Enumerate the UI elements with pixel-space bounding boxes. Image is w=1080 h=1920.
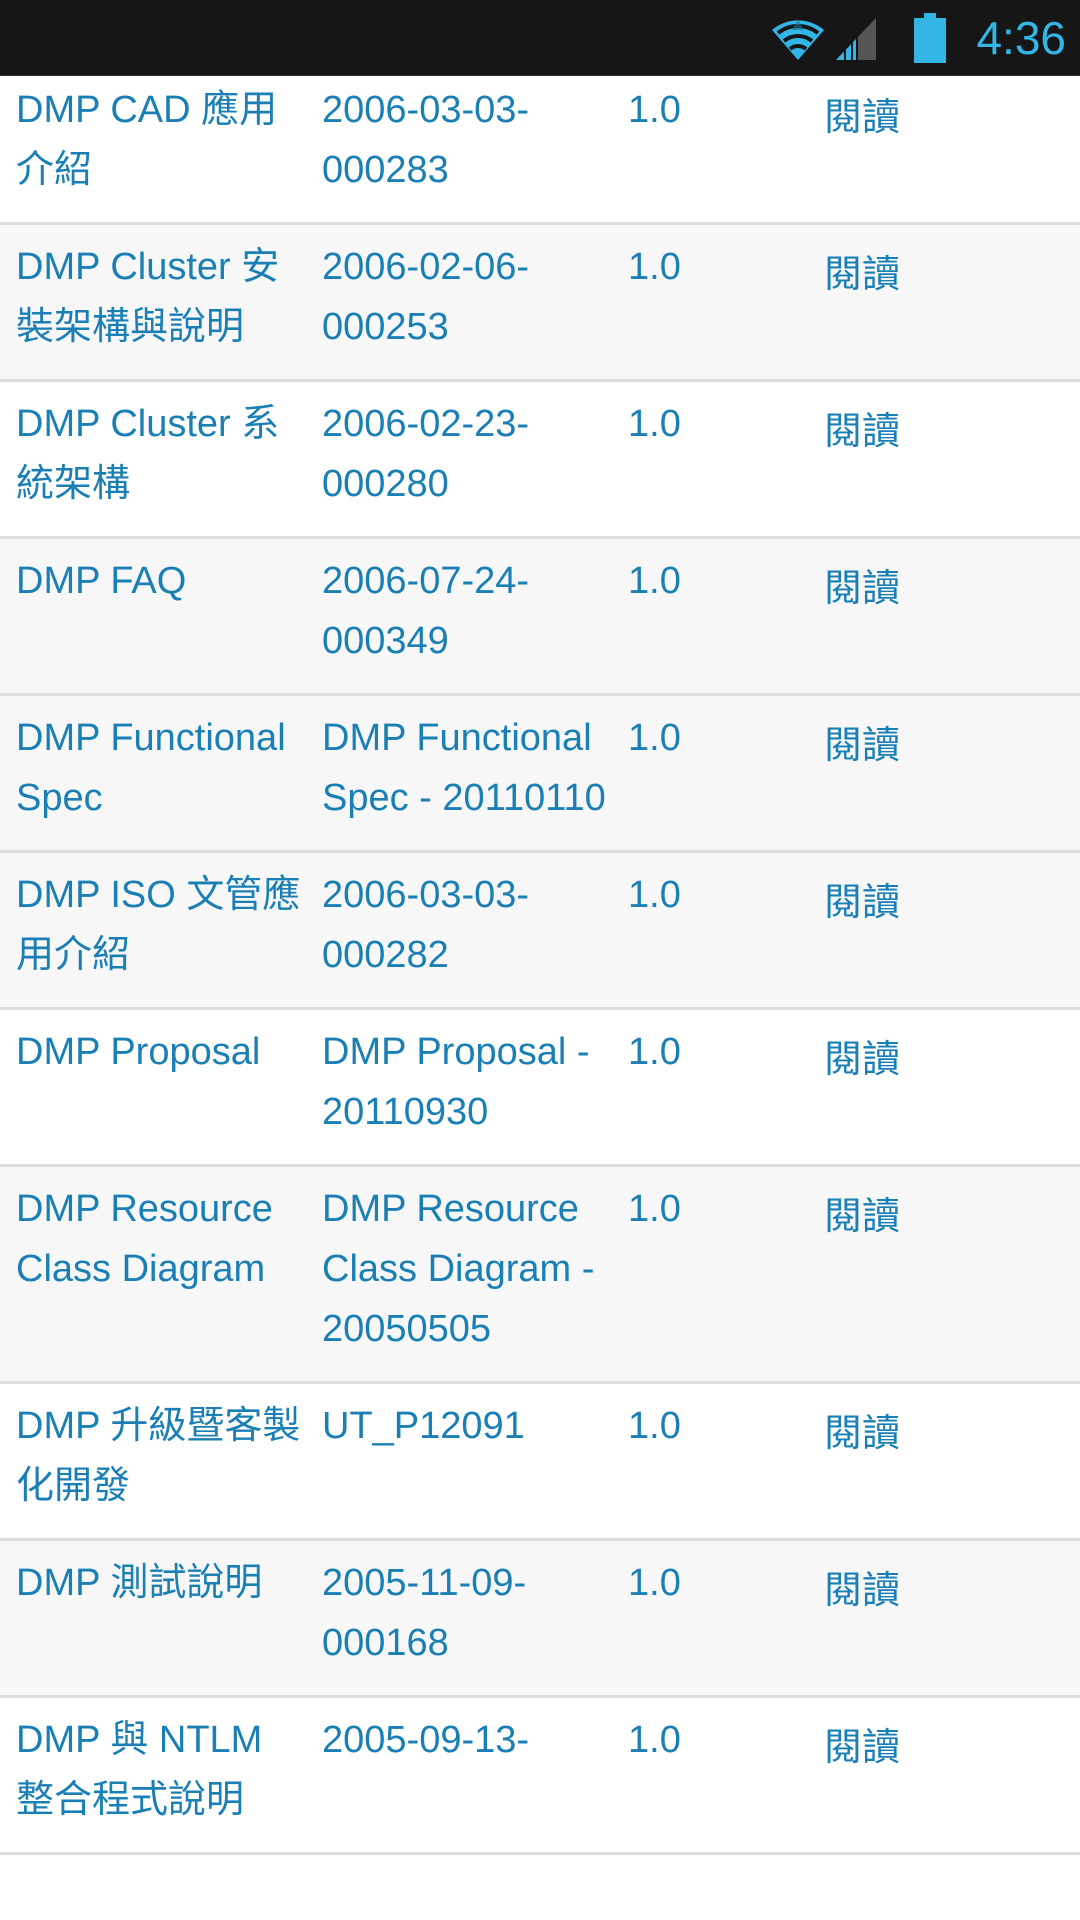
document-version: 1.0: [628, 560, 681, 602]
table-row[interactable]: DMP Proposal DMP Proposal - 20110930 1.0…: [0, 1008, 1080, 1166]
table-row[interactable]: DMP Cluster 系統架構 2006-02-23-000280 1.0 閱…: [0, 380, 1080, 538]
table-row[interactable]: DMP FAQ 2006-07-24-000349 1.0 閱讀: [0, 537, 1080, 695]
read-link[interactable]: 閱讀: [824, 568, 900, 610]
read-link[interactable]: 閱讀: [824, 1196, 900, 1238]
document-version: 1.0: [628, 874, 681, 916]
document-title[interactable]: DMP 測試說明: [0, 1540, 306, 1697]
document-number: DMP Proposal - 20110930: [322, 1031, 590, 1133]
table-row[interactable]: DMP 測試說明 2005-11-09-000168 1.0 閱讀: [0, 1539, 1080, 1697]
status-icons: 4:36: [770, 0, 1066, 75]
document-version: 1.0: [628, 1405, 681, 1447]
document-version: 1.0: [628, 89, 681, 131]
document-title[interactable]: DMP FAQ: [0, 538, 306, 695]
document-table: DMP CAD 應用介紹 2006-03-03-000283 1.0 閱讀 DM…: [0, 76, 1080, 1855]
table-row[interactable]: DMP Cluster 安裝架構與說明 2006-02-06-000253 1.…: [0, 223, 1080, 381]
document-version: 1.0: [628, 717, 681, 759]
document-version: 1.0: [628, 403, 681, 445]
clock: 4:36: [976, 11, 1066, 64]
document-title[interactable]: DMP Functional Spec: [0, 695, 306, 852]
document-title[interactable]: DMP Cluster 系統架構: [0, 381, 306, 538]
read-link[interactable]: 閱讀: [824, 1727, 900, 1769]
document-list[interactable]: DMP CAD 應用介紹 2006-03-03-000283 1.0 閱讀 DM…: [0, 76, 1080, 1920]
read-link[interactable]: 閱讀: [824, 97, 900, 139]
document-number: 2005-09-13-: [322, 1719, 530, 1761]
document-title[interactable]: DMP Proposal: [0, 1009, 306, 1166]
table-row[interactable]: DMP ISO 文管應用介紹 2006-03-03-000282 1.0 閱讀: [0, 851, 1080, 1009]
cell-signal-icon: [836, 14, 877, 62]
document-number: DMP Functional Spec - 20110110: [322, 717, 606, 819]
document-title[interactable]: DMP Resource Class Diagram: [0, 1166, 306, 1383]
read-link[interactable]: 閱讀: [824, 882, 900, 924]
document-number: 2006-03-03-000283: [322, 89, 530, 191]
document-number: 2006-07-24-000349: [322, 560, 530, 662]
document-number: 2006-02-06-000253: [322, 246, 530, 348]
document-version: 1.0: [628, 1562, 681, 1604]
document-title[interactable]: DMP ISO 文管應用介紹: [0, 852, 306, 1009]
read-link[interactable]: 閱讀: [824, 254, 900, 296]
document-number: DMP Resource Class Diagram - 20050505: [322, 1188, 595, 1350]
document-version: 1.0: [628, 1031, 681, 1073]
read-link[interactable]: 閱讀: [824, 1039, 900, 1081]
document-number: 2005-11-09-000168: [322, 1562, 527, 1664]
read-link[interactable]: 閱讀: [824, 411, 900, 453]
table-row[interactable]: DMP Resource Class Diagram DMP Resource …: [0, 1165, 1080, 1383]
table-row[interactable]: DMP 與 NTLM 整合程式說明 2005-09-13- 1.0 閱讀: [0, 1696, 1080, 1854]
read-link[interactable]: 閱讀: [824, 1570, 900, 1612]
document-number: 2006-02-23-000280: [322, 403, 530, 505]
document-number: UT_P12091: [322, 1405, 525, 1447]
document-title[interactable]: DMP CAD 應用介紹: [0, 76, 306, 224]
read-link[interactable]: 閱讀: [824, 725, 900, 767]
battery-icon: [914, 12, 947, 63]
table-row[interactable]: DMP CAD 應用介紹 2006-03-03-000283 1.0 閱讀: [0, 76, 1080, 224]
document-title[interactable]: DMP 升級暨客製化開發: [0, 1383, 306, 1540]
status-bar: 4:36: [0, 0, 1080, 76]
document-version: 1.0: [628, 1188, 681, 1230]
wifi-icon: [770, 14, 826, 62]
document-version: 1.0: [628, 246, 681, 288]
table-row[interactable]: DMP Functional Spec DMP Functional Spec …: [0, 694, 1080, 852]
document-title[interactable]: DMP 與 NTLM 整合程式說明: [0, 1697, 306, 1854]
table-row[interactable]: DMP 升級暨客製化開發 UT_P12091 1.0 閱讀: [0, 1382, 1080, 1540]
read-link[interactable]: 閱讀: [824, 1413, 900, 1455]
document-number: 2006-03-03-000282: [322, 874, 530, 976]
document-version: 1.0: [628, 1719, 681, 1761]
document-title[interactable]: DMP Cluster 安裝架構與說明: [0, 224, 306, 381]
